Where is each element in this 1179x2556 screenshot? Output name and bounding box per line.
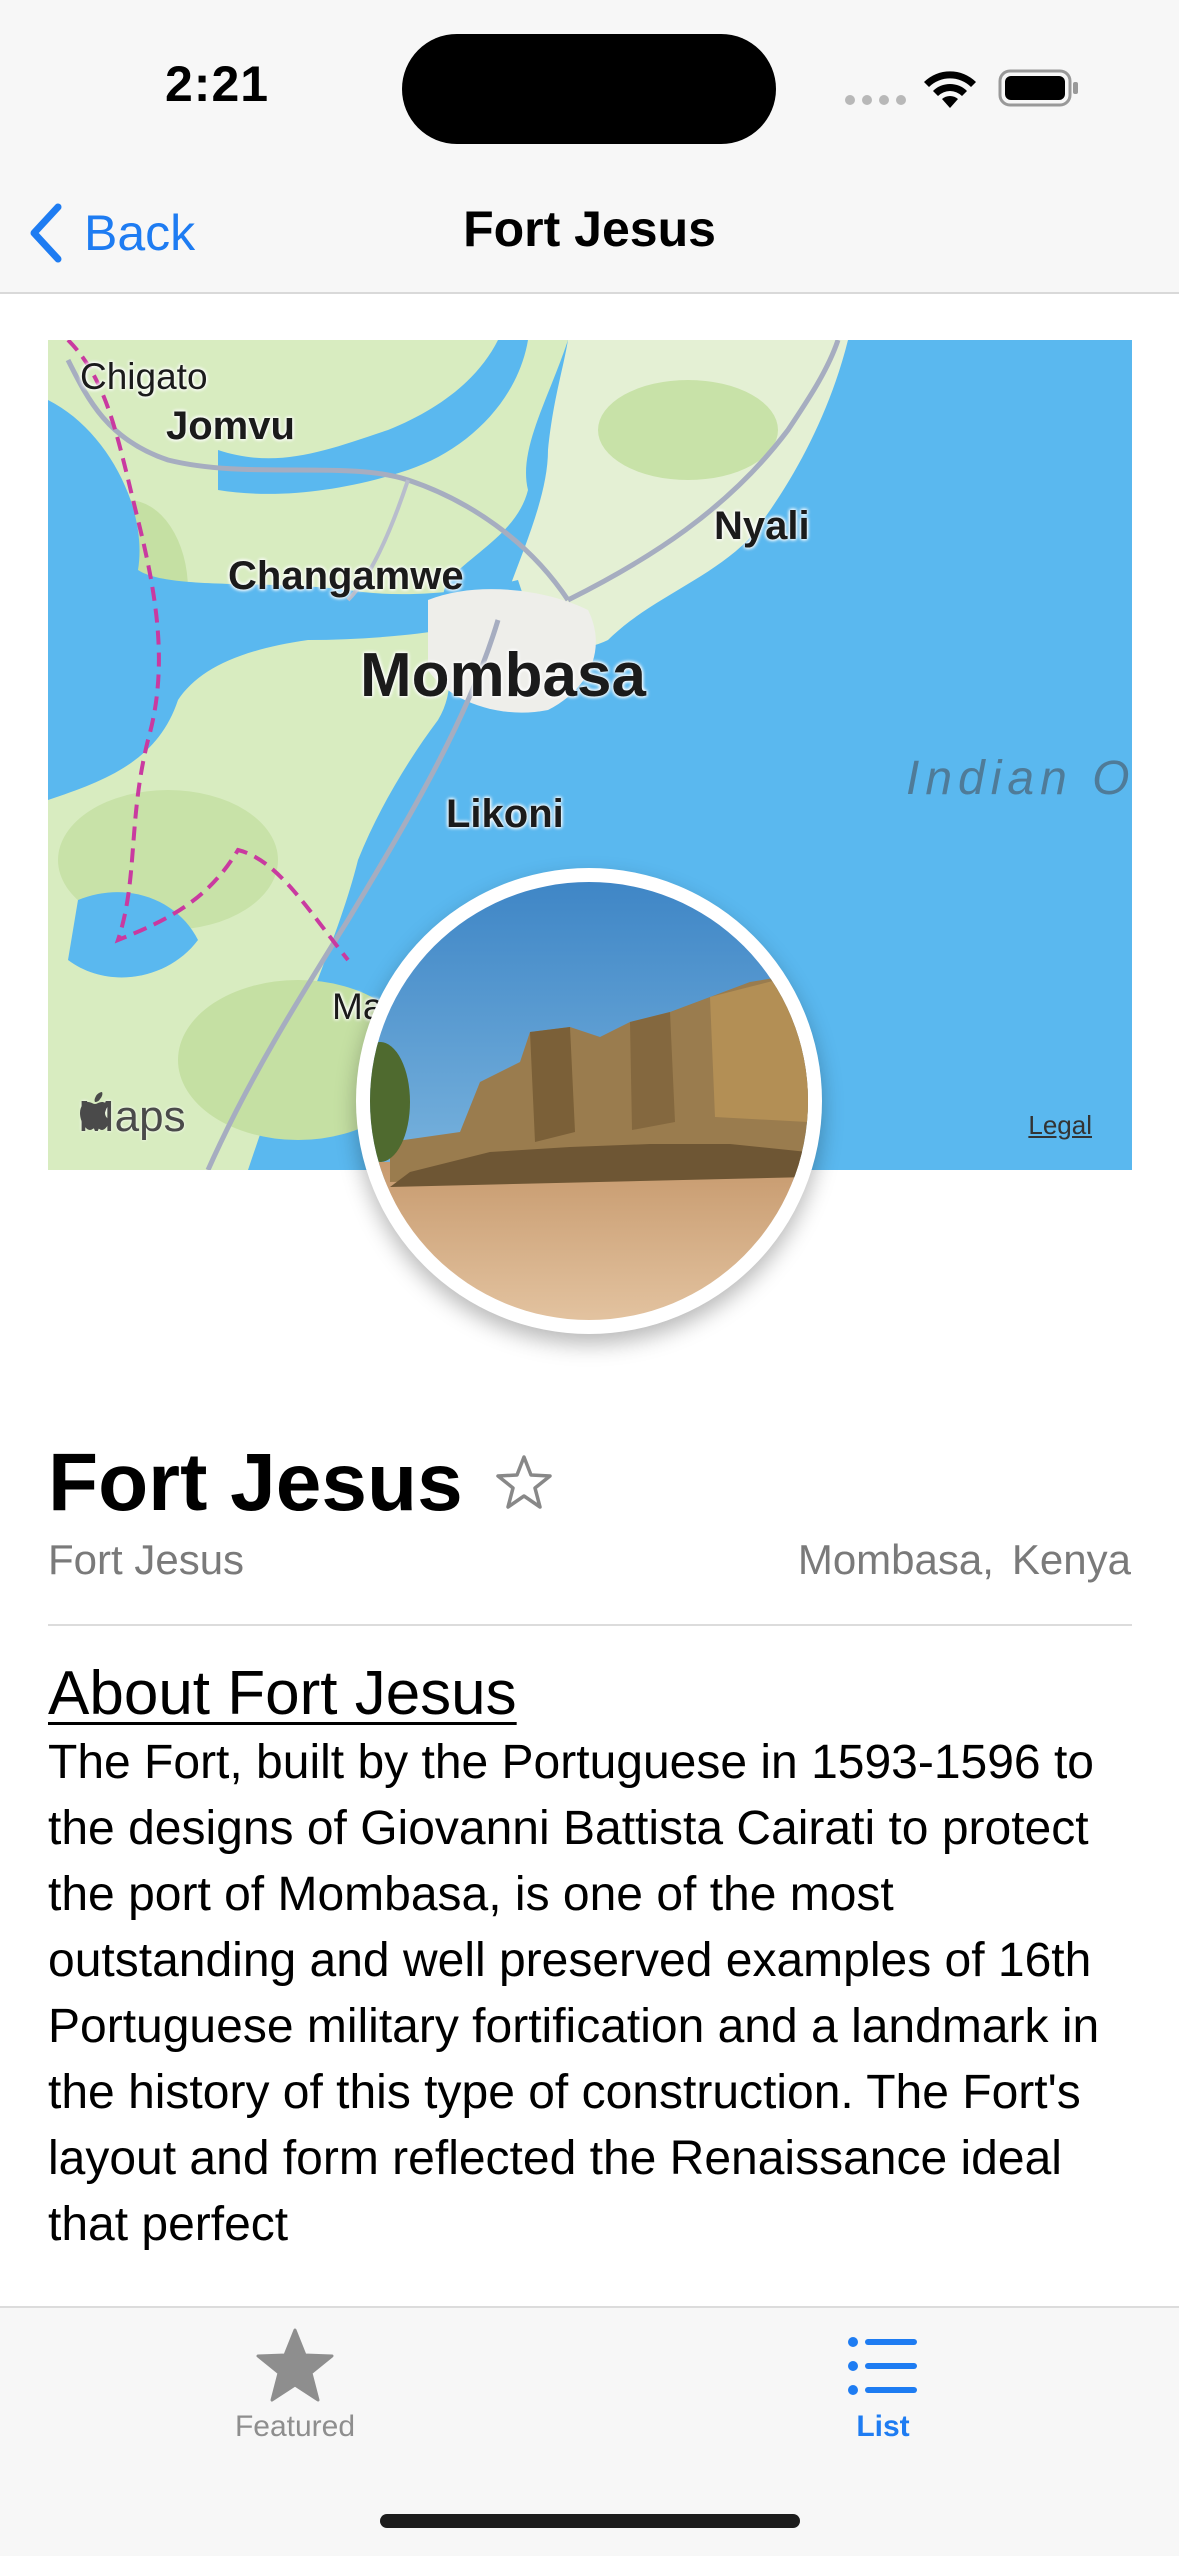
wifi-icon (924, 71, 976, 108)
map-label-jomvu: Jomvu (166, 404, 295, 448)
place-country: Kenya (1011, 1536, 1131, 1583)
home-indicator[interactable] (380, 2514, 800, 2528)
map-label-changamwe: Changamwe (228, 554, 464, 598)
map-label-mombasa: Mombasa (360, 641, 646, 710)
star-fill-icon (256, 2328, 334, 2402)
status-time: 2:21 (165, 56, 270, 112)
legal-link[interactable]: Legal (1028, 1110, 1092, 1141)
apple-maps-logo: Maps (78, 1092, 186, 1142)
tab-featured-label: Featured (234, 2410, 356, 2443)
title-row: Fort Jesus (48, 1436, 555, 1530)
apple-logo-icon (80, 1092, 110, 1130)
place-photo (356, 868, 822, 1334)
about-body: The Fort, built by the Portuguese in 159… (48, 1736, 1100, 2251)
nav-title: Fort Jesus (463, 201, 716, 257)
map-label-chigato: Chigato (80, 356, 208, 397)
tab-featured[interactable]: Featured (145, 2328, 445, 2444)
divider (48, 1624, 1132, 1626)
tab-list-label: List (856, 2410, 910, 2443)
tab-list[interactable]: List (733, 2328, 1033, 2444)
map-label-indian-ocean: Indian Ocean (906, 752, 1132, 805)
battery-icon (998, 69, 1078, 107)
cellular-signal-icon (845, 95, 906, 105)
navigation-bar: Back Fort Jesus (0, 170, 1179, 294)
place-subtitle: Fort Jesus (48, 1536, 245, 1583)
place-city: Mombasa, (797, 1536, 994, 1583)
place-location: Mombasa, Kenya (798, 1536, 1131, 1584)
map-label-likoni: Likoni (446, 792, 564, 836)
map-label-nyali: Nyali (714, 504, 810, 548)
status-bar: 2:21 (0, 0, 1179, 170)
star-outline-icon[interactable] (493, 1452, 555, 1514)
fort-photo-image (370, 882, 808, 1320)
about-heading: About Fort Jesus (48, 1659, 517, 1728)
dynamic-island (402, 34, 776, 144)
list-bullet-icon (848, 2337, 917, 2395)
place-title: Fort Jesus (48, 1437, 463, 1528)
